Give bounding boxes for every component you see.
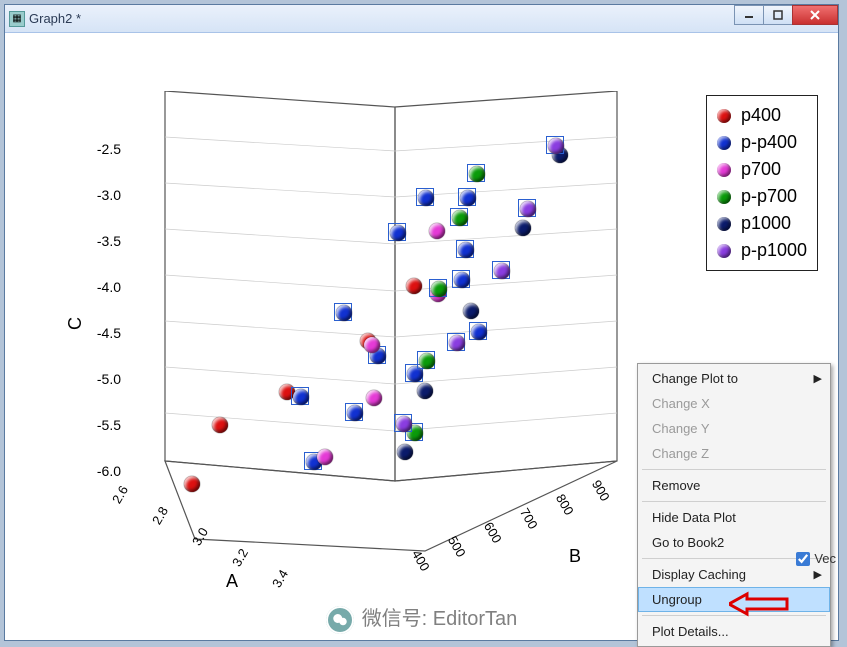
submenu-arrow-icon: ▶ [814,372,822,385]
legend-label: p400 [741,102,781,129]
legend-swatch [717,217,731,231]
legend-item[interactable]: p700 [717,156,807,183]
data-point[interactable] [416,188,434,206]
legend-swatch [717,190,731,204]
data-point[interactable] [366,390,382,406]
legend-swatch [717,163,731,177]
data-point[interactable] [469,322,487,340]
legend-item[interactable]: p-p1000 [717,237,807,264]
data-point[interactable] [492,261,510,279]
legend-label: p-p700 [741,183,797,210]
menu-item: Change Z [638,441,830,466]
window-icon: ▦ [9,11,25,27]
close-button[interactable] [792,5,838,25]
window-title: Graph2 * [29,11,81,26]
graph-window: ▦ Graph2 * 1 [4,4,839,641]
legend-swatch [717,109,731,123]
data-point[interactable] [546,136,564,154]
legend[interactable]: p400p-p400p700p-p700p1000p-p1000 [706,95,818,271]
data-point[interactable] [184,476,200,492]
menu-separator [642,501,826,502]
data-point[interactable] [417,351,435,369]
data-point[interactable] [345,403,363,421]
data-point[interactable] [212,417,228,433]
scatter-points[interactable] [125,91,625,561]
legend-swatch [717,244,731,258]
window-controls [735,5,838,25]
legend-item[interactable]: p1000 [717,210,807,237]
menu-item[interactable]: Plot Details... [638,619,830,644]
menu-item[interactable]: Change Plot to▶ [638,366,830,391]
legend-item[interactable]: p400 [717,102,807,129]
menu-separator [642,469,826,470]
legend-label: p-p400 [741,129,797,156]
data-point[interactable] [291,387,309,405]
data-point[interactable] [467,164,485,182]
maximize-button[interactable] [763,5,793,25]
data-point[interactable] [317,449,333,465]
legend-label: p-p1000 [741,237,807,264]
legend-item[interactable]: p-p700 [717,183,807,210]
data-point[interactable] [417,383,433,399]
data-point[interactable] [429,223,445,239]
data-point[interactable] [452,270,470,288]
vector-checkbox-label: Vec [814,551,836,566]
data-point[interactable] [447,333,465,351]
titlebar[interactable]: ▦ Graph2 * [5,5,838,33]
data-point[interactable] [463,303,479,319]
menu-item: Change X [638,391,830,416]
data-point[interactable] [397,444,413,460]
legend-label: p1000 [741,210,791,237]
submenu-arrow-icon: ▶ [814,568,822,581]
data-point[interactable] [394,414,412,432]
vector-checkbox-input[interactable] [796,552,810,566]
data-point[interactable] [458,188,476,206]
data-point[interactable] [406,278,422,294]
data-point[interactable] [429,279,447,297]
minimize-button[interactable] [734,5,764,25]
data-point[interactable] [334,303,352,321]
legend-label: p700 [741,156,781,183]
menu-item[interactable]: Hide Data Plot [638,505,830,530]
data-point[interactable] [388,223,406,241]
data-point[interactable] [450,208,468,226]
z-axis-label: C [65,317,86,330]
vector-checkbox[interactable]: Vec [796,551,836,566]
menu-item: Change Y [638,416,830,441]
legend-item[interactable]: p-p400 [717,129,807,156]
legend-swatch [717,136,731,150]
annotation-arrow [729,590,807,620]
data-point[interactable] [518,199,536,217]
data-point[interactable] [456,240,474,258]
plot-area[interactable]: -2.5 -3.0 -3.5 -4.0 -4.5 -5.0 -5.5 -6.0 … [5,35,838,640]
data-point[interactable] [515,220,531,236]
wechat-icon [326,606,354,634]
a-axis-label: A [226,571,238,592]
menu-item[interactable]: Remove [638,473,830,498]
